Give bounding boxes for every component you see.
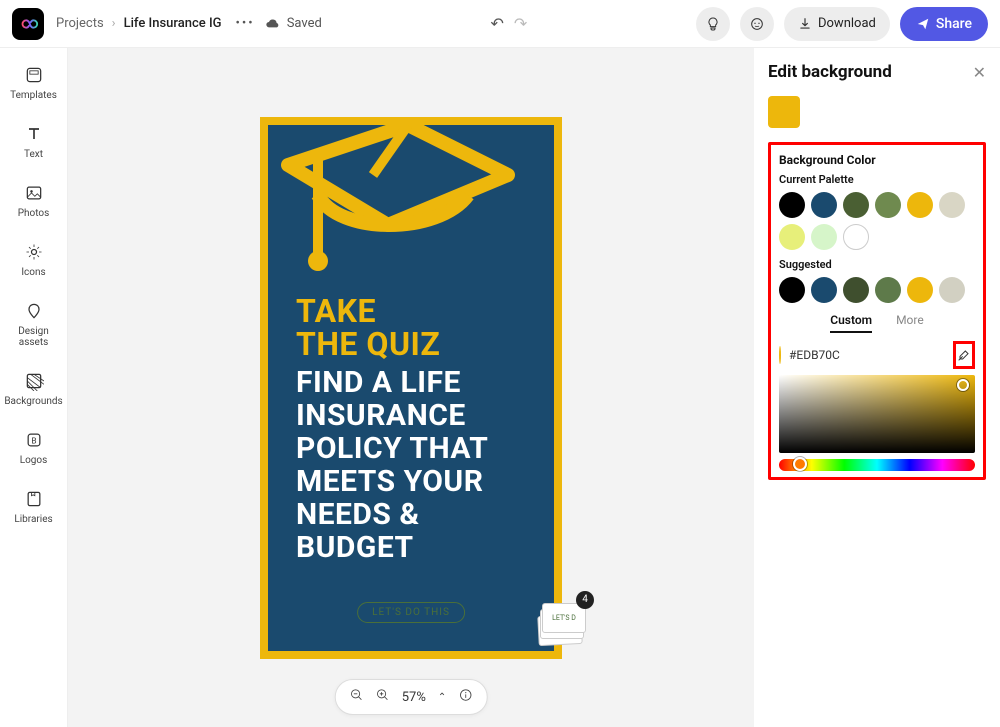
zoom-menu-button[interactable]: ⌃ xyxy=(438,692,446,703)
save-status: Saved xyxy=(265,16,322,31)
color-swatch[interactable] xyxy=(939,277,965,303)
color-tabs: Custom More xyxy=(779,313,975,333)
projects-link[interactable]: Projects xyxy=(56,16,104,31)
nav-photos[interactable]: Photos xyxy=(4,182,64,219)
top-bar: Projects › Life Insurance IG ••• Saved ↶… xyxy=(0,0,1000,48)
body-text: FIND A LIFE INSURANCE POLICY THAT MEETS … xyxy=(296,366,534,564)
panel-title: Edit background xyxy=(768,62,892,82)
hex-input[interactable] xyxy=(789,348,945,362)
zoom-bar: 57% ⌃ xyxy=(335,679,488,715)
lightbulb-icon xyxy=(705,16,721,32)
tips-button[interactable] xyxy=(696,7,730,41)
chevron-right-icon: › xyxy=(112,16,116,31)
section-title: Background Color xyxy=(779,153,975,167)
nav-backgrounds[interactable]: Backgrounds xyxy=(4,370,64,407)
artboard[interactable]: TAKE THE QUIZ FIND A LIFE INSURANCE POLI… xyxy=(260,117,562,659)
artboard-inner: TAKE THE QUIZ FIND A LIFE INSURANCE POLI… xyxy=(268,125,554,651)
info-icon xyxy=(458,688,472,702)
cloud-icon xyxy=(265,18,281,30)
color-swatch[interactable] xyxy=(811,224,837,250)
download-label: Download xyxy=(818,16,876,31)
nav-templates[interactable]: Templates xyxy=(4,64,64,101)
headline-line-1: TAKE xyxy=(296,295,534,329)
svg-text:B: B xyxy=(31,436,36,446)
nav-icons[interactable]: Icons xyxy=(4,241,64,278)
design-assets-icon xyxy=(24,301,44,321)
assist-button[interactable] xyxy=(740,7,774,41)
hue-slider[interactable] xyxy=(779,459,975,471)
hex-swatch xyxy=(779,346,781,364)
sparkle-face-icon xyxy=(749,16,765,32)
artboard-text: TAKE THE QUIZ FIND A LIFE INSURANCE POLI… xyxy=(296,295,534,564)
icons-icon xyxy=(24,242,44,262)
color-swatch[interactable] xyxy=(843,277,869,303)
download-button[interactable]: Download xyxy=(784,7,890,41)
color-swatch[interactable] xyxy=(779,224,805,250)
saturation-box[interactable] xyxy=(779,375,975,453)
current-bg-swatch[interactable] xyxy=(768,96,800,128)
zoom-in-button[interactable] xyxy=(376,688,390,706)
eyedropper-button[interactable] xyxy=(953,341,975,369)
color-swatch[interactable] xyxy=(843,192,869,218)
color-swatch[interactable] xyxy=(779,192,805,218)
backgrounds-icon xyxy=(24,371,44,391)
send-icon xyxy=(916,17,930,31)
saturation-cursor[interactable] xyxy=(957,379,969,391)
download-icon xyxy=(798,17,812,31)
pages-thumbnail[interactable]: LET'S D 4 xyxy=(536,597,588,649)
zoom-in-icon xyxy=(376,688,390,702)
zoom-value: 57% xyxy=(402,690,426,705)
redo-button[interactable]: ↷ xyxy=(514,14,527,33)
suggested-label: Suggested xyxy=(779,258,975,271)
left-nav: Templates Text Photos Icons Design asset… xyxy=(0,48,68,727)
share-label: Share xyxy=(936,16,972,32)
info-button[interactable] xyxy=(458,688,472,706)
undo-button[interactable]: ↶ xyxy=(491,14,504,33)
tab-more[interactable]: More xyxy=(896,313,924,333)
nav-text[interactable]: Text xyxy=(4,123,64,160)
color-section-highlight: Background Color Current Palette Suggest… xyxy=(768,142,986,480)
nav-libraries[interactable]: Libraries xyxy=(4,488,64,525)
color-swatch[interactable] xyxy=(907,192,933,218)
cta-badge: LET'S DO THIS xyxy=(357,602,465,623)
right-panel: Edit background ✕ Background Color Curre… xyxy=(754,48,1000,727)
color-swatch[interactable] xyxy=(875,277,901,303)
project-name[interactable]: Life Insurance IG xyxy=(124,16,222,31)
color-swatch[interactable] xyxy=(779,277,805,303)
nav-design-assets[interactable]: Design assets xyxy=(4,300,64,348)
breadcrumb: Projects › Life Insurance IG xyxy=(56,16,222,31)
logos-icon: B xyxy=(24,430,44,450)
current-palette-label: Current Palette xyxy=(779,173,975,186)
color-swatch[interactable] xyxy=(875,192,901,218)
nav-logos[interactable]: BLogos xyxy=(4,429,64,466)
saved-label: Saved xyxy=(287,16,322,31)
templates-icon xyxy=(24,65,44,85)
share-button[interactable]: Share xyxy=(900,7,988,41)
close-button[interactable]: ✕ xyxy=(973,63,986,82)
color-swatch[interactable] xyxy=(811,277,837,303)
zoom-out-button[interactable] xyxy=(350,688,364,706)
canvas-area[interactable]: TAKE THE QUIZ FIND A LIFE INSURANCE POLI… xyxy=(68,48,754,727)
libraries-icon xyxy=(24,489,44,509)
zoom-out-icon xyxy=(350,688,364,702)
hex-row xyxy=(779,341,975,369)
app-logo[interactable] xyxy=(12,8,44,40)
graduation-cap-icon xyxy=(268,125,518,305)
suggested-row xyxy=(779,277,975,303)
infinity-logo-icon xyxy=(17,13,39,35)
text-icon xyxy=(24,124,44,144)
eyedropper-icon xyxy=(956,347,972,363)
color-swatch[interactable] xyxy=(939,192,965,218)
more-icon[interactable]: ••• xyxy=(236,16,255,31)
current-palette-row xyxy=(779,192,975,250)
headline-line-2: THE QUIZ xyxy=(296,328,534,362)
color-swatch[interactable] xyxy=(907,277,933,303)
color-swatch[interactable] xyxy=(843,224,869,250)
hue-cursor[interactable] xyxy=(793,457,807,471)
color-swatch[interactable] xyxy=(811,192,837,218)
page-count-badge: 4 xyxy=(576,591,594,609)
tab-custom[interactable]: Custom xyxy=(830,313,872,333)
photos-icon xyxy=(24,183,44,203)
undo-redo-group: ↶ ↷ xyxy=(491,14,528,33)
